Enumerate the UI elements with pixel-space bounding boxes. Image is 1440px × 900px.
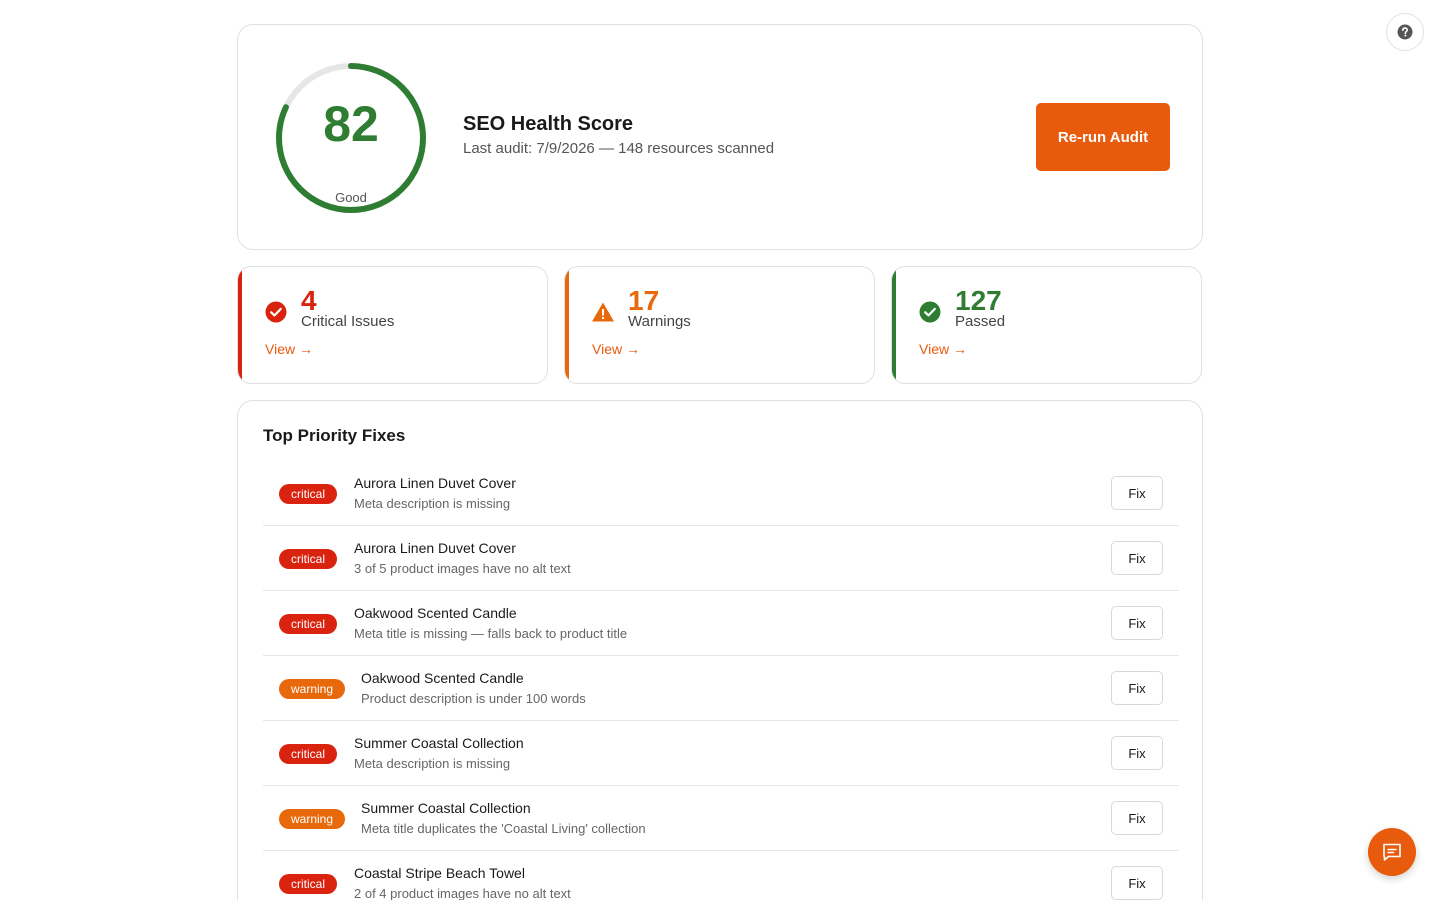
fix-item-name: Summer Coastal Collection — [354, 735, 524, 751]
score-rating: Good — [335, 190, 367, 205]
severity-badge: critical — [279, 744, 338, 764]
fix-item-issue: Meta title is missing — falls back to pr… — [354, 626, 628, 641]
score-value: 82 — [323, 96, 379, 152]
fix-button[interactable]: Fix — [1111, 476, 1163, 510]
fix-item-name: Summer Coastal Collection — [361, 800, 531, 816]
chat-button[interactable] — [1368, 828, 1416, 876]
fix-text: Summer Coastal Collection Meta descripti… — [354, 734, 524, 773]
severity-badge: warning — [279, 679, 346, 699]
fix-item-issue: Meta description is missing — [354, 756, 511, 771]
fix-item-issue: 3 of 5 product images have no alt text — [354, 561, 571, 576]
fix-list: critical Aurora Linen Duvet Cover Meta d… — [263, 461, 1179, 900]
fix-text: Oakwood Scented Candle Meta title is mis… — [354, 604, 627, 643]
stat-accent-bar — [238, 267, 242, 383]
fix-button[interactable]: Fix — [1111, 801, 1163, 835]
chat-icon — [1383, 843, 1401, 861]
severity-badge: warning — [279, 809, 346, 829]
fix-button[interactable]: Fix — [1111, 736, 1163, 770]
severity-badge: critical — [279, 484, 338, 504]
priority-fixes-title: Top Priority Fixes — [263, 426, 406, 445]
score-subtitle: Last audit: 7/9/2026 — 148 resources sca… — [463, 140, 775, 157]
view-warnings-link[interactable]: View → — [592, 341, 640, 357]
fix-row: critical Aurora Linen Duvet Cover Meta d… — [263, 461, 1179, 526]
help-circle-icon — [1397, 24, 1413, 40]
fix-text: Coastal Stripe Beach Towel 2 of 4 produc… — [354, 864, 571, 900]
help-button[interactable] — [1386, 13, 1424, 51]
stat-label: Passed — [955, 313, 1006, 330]
severity-badge: critical — [279, 874, 338, 894]
view-critical-link[interactable]: View → — [265, 341, 313, 357]
score-card: 82 Good SEO Health Score Last audit: 7/9… — [237, 24, 1203, 250]
fix-item-issue: 2 of 4 product images have no alt text — [354, 886, 571, 900]
score-gauge: 82 Good — [273, 60, 429, 216]
fix-row: critical Summer Coastal Collection Meta … — [263, 721, 1179, 786]
fix-item-name: Aurora Linen Duvet Cover — [354, 475, 516, 491]
check-circle-icon — [265, 301, 287, 323]
fix-item-name: Aurora Linen Duvet Cover — [354, 540, 516, 556]
stat-label: Critical Issues — [301, 313, 395, 330]
fix-row: critical Aurora Linen Duvet Cover 3 of 5… — [263, 526, 1179, 591]
rerun-audit-button[interactable]: Re-run Audit — [1036, 103, 1170, 171]
severity-badge: critical — [279, 614, 338, 634]
stat-card-passed: 127 Passed View → — [891, 266, 1202, 384]
score-title: SEO Health Score — [463, 113, 634, 135]
view-passed-link[interactable]: View → — [919, 341, 967, 357]
fix-text: Aurora Linen Duvet Cover 3 of 5 product … — [354, 539, 571, 578]
priority-fixes-card: Top Priority Fixes critical Aurora Linen… — [237, 400, 1203, 900]
fix-item-name: Coastal Stripe Beach Towel — [354, 865, 525, 881]
fix-button[interactable]: Fix — [1111, 866, 1163, 900]
severity-badge: critical — [279, 549, 338, 569]
stat-card-warnings: 17 Warnings View → — [564, 266, 875, 384]
fix-button[interactable]: Fix — [1111, 541, 1163, 575]
fix-button[interactable]: Fix — [1111, 606, 1163, 640]
fix-item-issue: Meta title duplicates the 'Coastal Livin… — [361, 821, 646, 836]
stat-card-critical: 4 Critical Issues View → — [237, 266, 548, 384]
fix-row: warning Oakwood Scented Candle Product d… — [263, 656, 1179, 721]
fix-button[interactable]: Fix — [1111, 671, 1163, 705]
warning-triangle-icon — [592, 302, 614, 322]
fix-item-issue: Meta description is missing — [354, 496, 511, 511]
stat-accent-bar — [892, 267, 896, 383]
seo-dashboard: 82 Good SEO Health Score Last audit: 7/9… — [0, 0, 1440, 900]
fix-item-name: Oakwood Scented Candle — [354, 605, 517, 621]
fix-text: Aurora Linen Duvet Cover Meta descriptio… — [354, 474, 516, 513]
check-circle-icon — [919, 301, 941, 323]
stat-label: Warnings — [628, 313, 691, 330]
stat-accent-bar — [565, 267, 569, 383]
fix-item-name: Oakwood Scented Candle — [361, 670, 524, 686]
fix-row: warning Summer Coastal Collection Meta t… — [263, 786, 1179, 851]
fix-row: critical Coastal Stripe Beach Towel 2 of… — [263, 851, 1179, 900]
fix-item-issue: Product description is under 100 words — [361, 691, 586, 706]
fix-text: Summer Coastal Collection Meta title dup… — [361, 799, 646, 838]
fix-row: critical Oakwood Scented Candle Meta tit… — [263, 591, 1179, 656]
fix-text: Oakwood Scented Candle Product descripti… — [361, 669, 586, 708]
